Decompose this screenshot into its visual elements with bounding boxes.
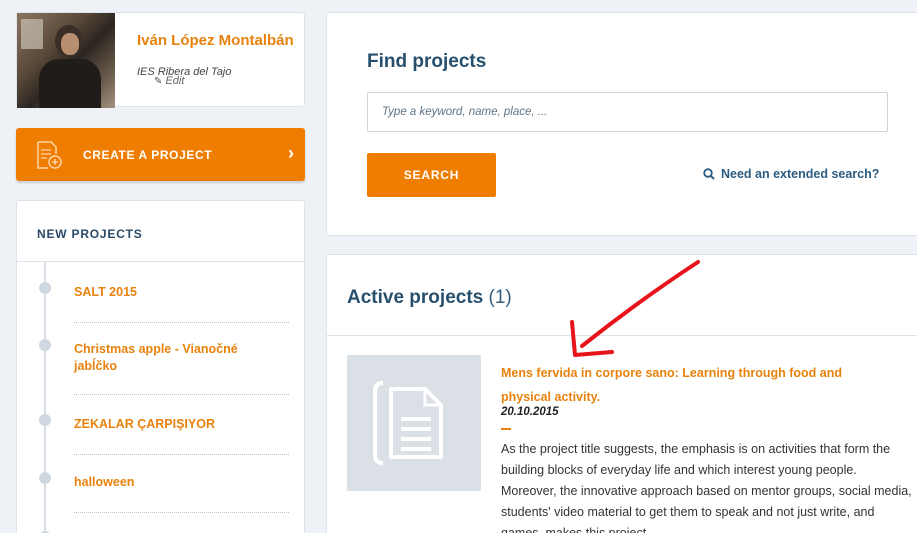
- extended-search-label: Need an extended search?: [721, 167, 880, 181]
- timeline-dot: [39, 472, 51, 484]
- timeline-line: [44, 262, 46, 533]
- new-projects-heading: NEW PROJECTS: [37, 227, 143, 241]
- pencil-icon: ✎: [154, 76, 163, 87]
- search-input[interactable]: [367, 92, 888, 132]
- new-document-icon: [37, 141, 62, 169]
- find-projects-title: Find projects: [367, 51, 487, 72]
- document-icon: [373, 381, 443, 465]
- edit-label: Edit: [165, 75, 185, 87]
- active-projects-panel: Active projects (1) Mens fervida in corp…: [326, 254, 917, 533]
- new-project-link[interactable]: SALT 2015: [74, 284, 284, 301]
- project-title-link[interactable]: Mens fervida in corpore sano: Learning t…: [501, 361, 851, 409]
- project-description: As the project title suggests, the empha…: [501, 442, 912, 533]
- timeline-dot: [39, 282, 51, 294]
- extended-search-link[interactable]: Need an extended search?: [703, 167, 879, 181]
- new-project-link[interactable]: halloween: [74, 474, 284, 491]
- profile-card: Iván López Montalbán IES Ribera del Tajo…: [16, 12, 307, 108]
- timeline-dot: [39, 339, 51, 351]
- new-projects-panel: NEW PROJECTS SALT 2015 Christmas apple -…: [16, 200, 305, 533]
- edit-profile-link[interactable]: ✎ Edit: [154, 75, 184, 87]
- divider: [17, 261, 304, 262]
- active-projects-count: (1): [488, 287, 512, 308]
- dotted-separator: [74, 394, 289, 395]
- create-project-label: CREATE A PROJECT: [83, 148, 213, 162]
- find-projects-panel: Find projects SEARCH Need an extended se…: [326, 12, 917, 236]
- timeline-dot: [39, 414, 51, 426]
- search-icon: [703, 168, 715, 180]
- accent-dash: [501, 428, 511, 430]
- dotted-separator: [74, 512, 289, 513]
- divider: [327, 335, 917, 336]
- active-projects-title: Active projects: [347, 287, 484, 308]
- dotted-separator: [74, 454, 289, 455]
- new-project-link[interactable]: Christmas apple - Vianočné jabĺčko: [74, 341, 284, 375]
- project-thumbnail[interactable]: [347, 355, 481, 491]
- user-name[interactable]: Iván López Montalbán: [137, 33, 307, 48]
- chevron-right-icon: ›: [288, 143, 294, 163]
- project-date: 20.10.2015: [501, 406, 559, 418]
- new-project-link[interactable]: ZEKALAR ÇARPIŞIYOR: [74, 416, 284, 433]
- dotted-separator: [74, 322, 289, 323]
- active-projects-heading: Active projects (1): [347, 287, 512, 309]
- search-button[interactable]: SEARCH: [367, 153, 496, 197]
- avatar[interactable]: [17, 13, 115, 108]
- create-project-button[interactable]: CREATE A PROJECT ›: [16, 128, 305, 181]
